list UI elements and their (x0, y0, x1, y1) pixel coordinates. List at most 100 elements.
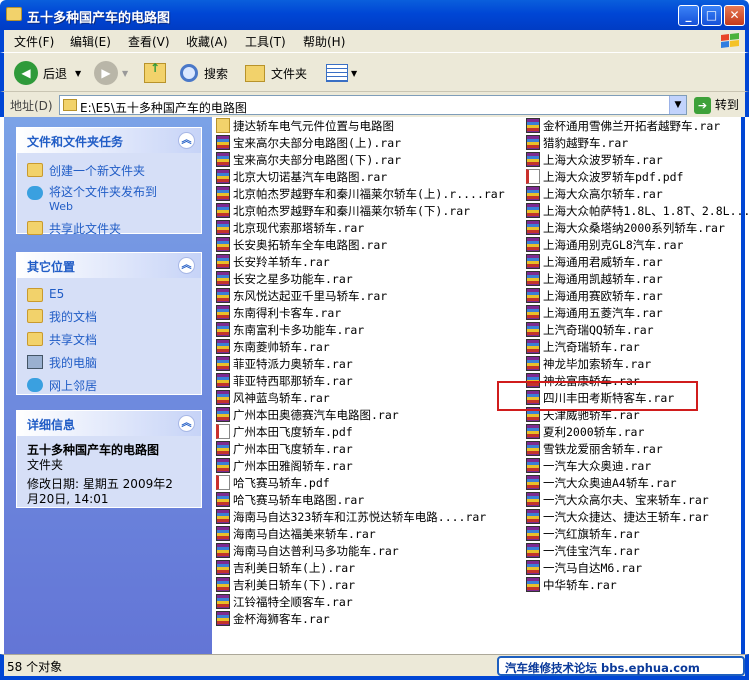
address-dropdown-button[interactable]: ▼ (669, 96, 686, 114)
file-item[interactable]: 中华轿车.rar (526, 576, 617, 593)
file-item[interactable]: 北京帕杰罗越野车和秦川福莱尔轿车(下).rar (216, 202, 470, 219)
file-item[interactable]: 吉利美日轿车(下).rar (216, 576, 355, 593)
task-share-folder[interactable]: 共享此文件夹 (17, 217, 201, 240)
file-item[interactable]: 上海大众桑塔纳2000系列轿车.rar (526, 219, 725, 236)
place-network[interactable]: 网上邻居 (17, 374, 201, 397)
file-item[interactable]: 东南得利卡客车.rar (216, 304, 341, 321)
file-item[interactable]: 吉利美日轿车(上).rar (216, 559, 355, 576)
file-item[interactable]: 金杯海狮客车.rar (216, 610, 330, 627)
file-item[interactable]: 东南富利卡多功能车.rar (216, 321, 364, 338)
file-item[interactable]: 东南菱帅轿车.rar (216, 338, 330, 355)
file-item[interactable]: 猎豹越野车.rar (526, 134, 628, 151)
file-item[interactable]: 上海大众帕萨特1.8L、1.8T、2.8L... (526, 202, 749, 219)
file-item[interactable]: 金杯通用雪佛兰开拓者越野车.rar (526, 117, 720, 134)
file-item[interactable]: 宝来高尔夫部分电路图(上).rar (216, 134, 401, 151)
panel-header[interactable]: 文件和文件夹任务 ︽ (17, 128, 201, 153)
menu-edit[interactable]: 编辑(E) (70, 33, 111, 50)
file-item[interactable]: 哈飞赛马轿车.pdf (216, 474, 330, 491)
place-my-computer[interactable]: 我的电脑 (17, 351, 201, 374)
file-item[interactable]: 菲亚特派力奥轿车.rar (216, 355, 353, 372)
file-item[interactable]: 长安奥拓轿车全车电路图.rar (216, 236, 387, 253)
file-item[interactable]: 江铃福特全顺客车.rar (216, 593, 353, 610)
forward-button[interactable]: ▶ ▼ (94, 61, 128, 85)
file-item[interactable]: 广州本田飞度轿车.rar (216, 440, 353, 457)
file-item[interactable]: 菲亚特西耶那轿车.rar (216, 372, 353, 389)
rar-archive-icon (216, 152, 230, 167)
menu-help[interactable]: 帮助(H) (303, 33, 345, 50)
file-item[interactable]: 上海通用凯越轿车.rar (526, 270, 663, 287)
file-item[interactable]: 一汽红旗轿车.rar (526, 525, 640, 542)
minimize-button[interactable]: _ (678, 5, 699, 26)
file-item[interactable]: 长安之星多功能车.rar (216, 270, 353, 287)
file-item[interactable]: 一汽车大众奥迪.rar (526, 457, 651, 474)
file-item[interactable]: 海南马自达323轿车和江苏悦达轿车电路....rar (216, 508, 486, 525)
place-my-documents[interactable]: 我的文档 (17, 305, 201, 328)
file-name: 宝来高尔夫部分电路图(上).rar (233, 135, 402, 150)
title-bar[interactable]: 五十多种国产车的电路图 _ □ ✕ (0, 0, 749, 30)
file-item[interactable]: 海南马自达福美来轿车.rar (216, 525, 376, 542)
collapse-icon[interactable]: ︽ (178, 415, 195, 432)
rar-archive-icon (526, 475, 540, 490)
file-item[interactable]: 北京帕杰罗越野车和秦川福莱尔轿车(上).r....rar (216, 185, 505, 202)
file-item[interactable]: 长安羚羊轿车.rar (216, 253, 330, 270)
collapse-icon[interactable]: ︽ (178, 257, 195, 274)
collapse-icon[interactable]: ︽ (178, 132, 195, 149)
folders-button[interactable]: 文件夹 (245, 61, 307, 85)
file-item[interactable]: 一汽马自达M6.rar (526, 559, 642, 576)
menu-file[interactable]: 文件(F) (14, 33, 54, 50)
status-bar: 58 个对象 汽车维修技术论坛 bbs.ephua.com (0, 654, 749, 680)
file-item[interactable]: 雪铁龙爱丽舍轿车.rar (526, 440, 663, 457)
rar-archive-icon (216, 356, 230, 371)
file-item[interactable]: 广州本田飞度轿车.pdf (216, 423, 353, 440)
search-icon (180, 64, 198, 82)
file-item[interactable]: 上海通用君威轿车.rar (526, 253, 663, 270)
file-item[interactable]: 东风悦达起亚千里马轿车.rar (216, 287, 387, 304)
file-item[interactable]: 一汽大众捷达、捷达王轿车.rar (526, 508, 709, 525)
file-item[interactable]: 上海通用五菱汽车.rar (526, 304, 663, 321)
place-shared-documents[interactable]: 共享文档 (17, 328, 201, 351)
panel-header[interactable]: 其它位置 ︽ (17, 253, 201, 278)
file-item[interactable]: 海南马自达普利马多功能车.rar (216, 542, 399, 559)
rar-archive-icon (216, 543, 230, 558)
panel-header[interactable]: 详细信息 ︽ (17, 411, 201, 436)
rar-archive-icon (216, 288, 230, 303)
file-item[interactable]: 一汽佳宝汽车.rar (526, 542, 640, 559)
menu-favorites[interactable]: 收藏(A) (186, 33, 228, 50)
task-new-folder[interactable]: 创建一个新文件夹 (17, 159, 201, 182)
file-item[interactable]: 上海大众波罗轿车pdf.pdf (526, 168, 683, 185)
file-item[interactable]: 神龙毕加索轿车.rar (526, 355, 651, 372)
task-publish-web[interactable]: 将这个文件夹发布到 Web (17, 182, 201, 217)
file-item[interactable]: 上汽奇瑞QQ轿车.rar (526, 321, 654, 338)
task-pane: 文件和文件夹任务 ︽ 创建一个新文件夹 将这个文件夹发布到 Web 共享此文件夹 … (4, 117, 212, 654)
file-item[interactable]: 北京现代索那塔轿车.rar (216, 219, 364, 236)
file-item[interactable]: 捷达轿车电气元件位置与电路图 (216, 117, 394, 134)
place-e5[interactable]: E5 (17, 284, 201, 305)
file-item[interactable]: 广州本田奥德赛汽车电路图.rar (216, 406, 399, 423)
file-item[interactable]: 哈飞赛马轿车电路图.rar (216, 491, 364, 508)
file-name: 广州本田雅阁轿车.rar (233, 458, 353, 473)
rar-archive-icon (526, 492, 540, 507)
search-button[interactable]: 搜索 (180, 61, 228, 85)
file-item[interactable]: 北京大切诺基汽车电路图.rar (216, 168, 387, 185)
go-button[interactable]: ➔ 转到 (694, 96, 739, 114)
file-item[interactable]: 风神蓝鸟轿车.rar (216, 389, 330, 406)
file-item[interactable]: 夏利2000轿车.rar (526, 423, 644, 440)
file-item[interactable]: 上海大众波罗轿车.rar (526, 151, 663, 168)
close-button[interactable]: ✕ (724, 5, 745, 26)
menu-tools[interactable]: 工具(T) (245, 33, 286, 50)
menu-view[interactable]: 查看(V) (128, 33, 170, 50)
rar-archive-icon (526, 526, 540, 541)
file-item[interactable]: 上海大众高尔轿车.rar (526, 185, 663, 202)
file-item[interactable]: 一汽大众奥迪A4轿车.rar (526, 474, 677, 491)
back-button[interactable]: ◀ 后退 ▼ (14, 61, 81, 85)
file-item[interactable]: 上海通用赛欧轿车.rar (526, 287, 663, 304)
file-item[interactable]: 宝来高尔夫部分电路图(下).rar (216, 151, 401, 168)
address-input[interactable]: E:\E5\五十多种国产车的电路图 ▼ (59, 95, 687, 115)
up-folder-button[interactable]: ↑ (144, 61, 166, 85)
file-item[interactable]: 上海通用别克GL8汽车.rar (526, 236, 683, 253)
maximize-button[interactable]: □ (701, 5, 722, 26)
file-item[interactable]: 广州本田雅阁轿车.rar (216, 457, 353, 474)
file-item[interactable]: 上汽奇瑞轿车.rar (526, 338, 640, 355)
views-button[interactable]: ▼ (326, 61, 357, 85)
file-item[interactable]: 一汽大众高尔夫、宝来轿车.rar (526, 491, 709, 508)
